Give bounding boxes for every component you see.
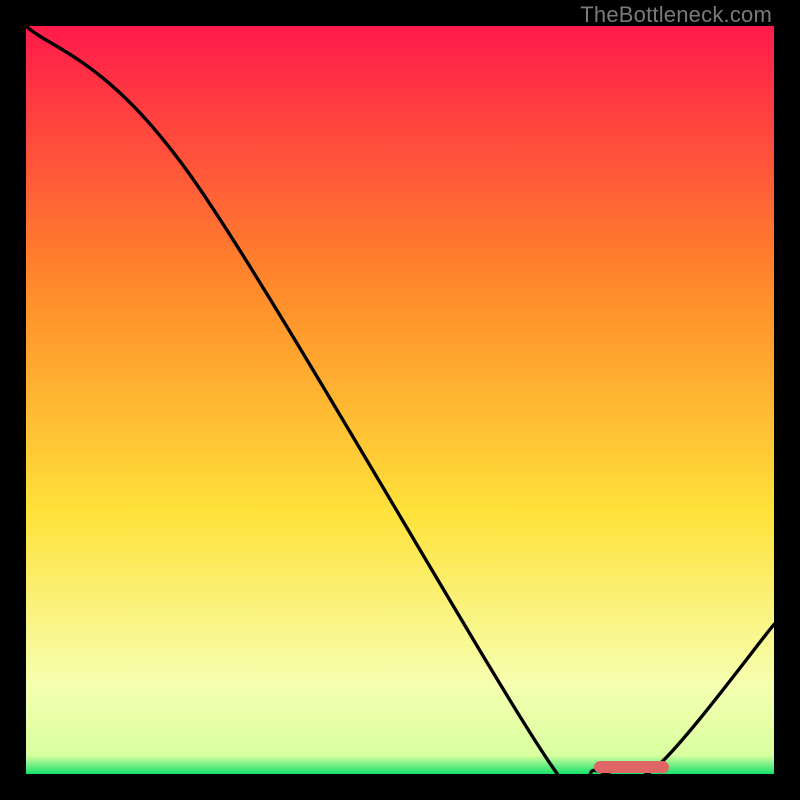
optimal-range-marker: [594, 761, 669, 773]
chart-frame: [26, 26, 774, 774]
bottleneck-curve: [26, 26, 774, 774]
watermark-text: TheBottleneck.com: [580, 2, 772, 28]
